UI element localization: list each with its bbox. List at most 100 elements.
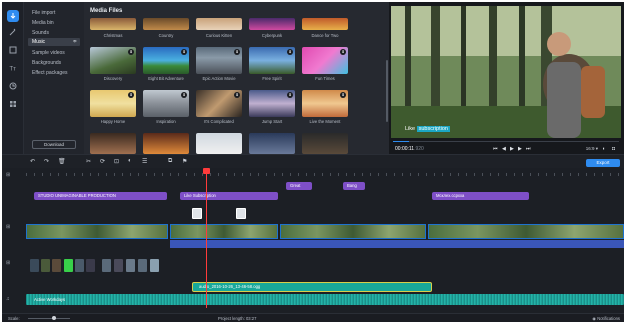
music-thumb[interactable] xyxy=(90,133,136,154)
rewind-icon[interactable]: ◀ xyxy=(502,146,506,152)
crop-icon[interactable]: ⊡ xyxy=(114,158,119,165)
menu-item-backgrounds[interactable]: Backgrounds xyxy=(32,60,61,66)
music-thumb[interactable] xyxy=(302,133,348,154)
time-ruler[interactable] xyxy=(26,168,624,176)
more-tools-button[interactable] xyxy=(7,98,19,110)
filters-tool-button[interactable] xyxy=(7,44,19,56)
overlay-clip[interactable] xyxy=(126,259,135,272)
download-icon[interactable]: ⬇ xyxy=(340,92,346,98)
preview-progress-bar[interactable] xyxy=(393,141,619,142)
scale-slider-knob[interactable] xyxy=(52,316,56,320)
scale-slider[interactable] xyxy=(28,318,70,319)
overlay-clip[interactable] xyxy=(236,208,246,219)
marker-icon[interactable]: ⚑ xyxy=(182,158,187,165)
music-thumb-curious-kitten[interactable] xyxy=(196,18,242,30)
clip-properties-icon[interactable]: ☰ xyxy=(142,158,147,165)
menu-item-file-import[interactable]: File import xyxy=(32,10,55,16)
menu-item-music[interactable]: Music ≑ xyxy=(28,38,80,46)
music-thumb-its-complicated[interactable]: ⬇ xyxy=(196,90,242,117)
overlay-clip[interactable] xyxy=(41,259,50,272)
transitions-tool-button[interactable] xyxy=(7,80,19,92)
music-track-clip[interactable]: Active Workdays xyxy=(26,294,624,305)
video-clip[interactable] xyxy=(280,224,426,239)
music-thumb-jump-start[interactable]: ⬇ xyxy=(249,90,295,117)
add-track-icon[interactable]: ⊞ xyxy=(6,172,10,178)
overlay-clip[interactable] xyxy=(75,259,84,272)
import-tool-button[interactable] xyxy=(7,10,19,22)
menu-item-sample-videos[interactable]: Sample videos xyxy=(32,50,65,56)
music-thumb-live-the-moment[interactable]: ⬇ xyxy=(302,90,348,117)
download-icon[interactable]: ⬇ xyxy=(181,92,187,98)
magic-wand-icon xyxy=(9,28,16,36)
music-thumb-dance-for-two[interactable] xyxy=(302,18,348,30)
download-icon[interactable]: ⬇ xyxy=(234,49,240,55)
title-clip[interactable]: Like Subscription xyxy=(180,192,278,200)
music-thumb[interactable] xyxy=(196,133,242,154)
music-thumb-country[interactable] xyxy=(143,18,189,30)
music-label: Christmas xyxy=(103,33,123,38)
title-clip[interactable]: Мсклех.ссрхха xyxy=(432,192,529,200)
play-icon[interactable]: ▶ xyxy=(510,146,514,152)
overlay-clip[interactable] xyxy=(150,259,159,272)
title-clip[interactable]: Bang xyxy=(343,182,365,190)
delete-icon[interactable]: 🗑 xyxy=(58,158,66,165)
music-thumb-free-spirit[interactable]: ⬇ xyxy=(249,47,295,74)
skip-forward-icon[interactable]: ⏭ xyxy=(526,146,531,152)
overlay-clip[interactable] xyxy=(64,259,73,272)
export-button[interactable]: Export xyxy=(586,159,620,167)
magic-tool-button[interactable] xyxy=(7,26,19,38)
menu-item-sounds[interactable]: Sounds xyxy=(32,30,49,36)
overlay-clip[interactable] xyxy=(192,208,202,219)
rotate-icon[interactable]: ⟳ xyxy=(100,158,105,165)
video-clip[interactable] xyxy=(170,224,278,239)
cut-icon[interactable]: ✂ xyxy=(86,158,91,165)
menu-item-media-bin[interactable]: Media bin xyxy=(32,20,54,26)
title-clip[interactable]: STUDIO UNIMAGINABLE PRODUCTION xyxy=(34,192,167,200)
music-thumb-fun-times[interactable]: ⬇ xyxy=(302,47,348,74)
snapshot-icon[interactable]: ◘ xyxy=(612,146,615,152)
video-clip[interactable] xyxy=(26,224,168,239)
download-icon[interactable]: ⬇ xyxy=(234,92,240,98)
music-thumb-happy-home[interactable]: ⬇ xyxy=(90,90,136,117)
aspect-ratio-select[interactable]: 16:9 ▾ xyxy=(586,146,598,152)
download-icon[interactable]: ⬇ xyxy=(128,49,134,55)
music-label: Curious Kitten xyxy=(205,33,233,38)
music-thumb-inspiration[interactable]: ⬇ xyxy=(143,90,189,117)
record-icon[interactable]: ⧉ xyxy=(168,158,172,165)
overlay-clip[interactable] xyxy=(138,259,147,272)
music-thumb[interactable] xyxy=(143,133,189,154)
media-scrollbar[interactable] xyxy=(386,60,388,122)
playhead[interactable] xyxy=(206,168,207,308)
download-icon[interactable]: ⬇ xyxy=(340,49,346,55)
music-track-icon: ♫ xyxy=(6,296,10,302)
audio-clip[interactable]: audio_2016-10-26_13-46-58.ogg xyxy=(192,282,432,292)
overlay-clip[interactable] xyxy=(102,259,111,272)
overlay-clip[interactable] xyxy=(86,259,95,272)
download-icon[interactable]: ⬇ xyxy=(287,92,293,98)
menu-item-effect-packages[interactable]: Effect packages xyxy=(32,70,68,76)
download-icon[interactable]: ⬇ xyxy=(181,49,187,55)
title-clip[interactable]: Great xyxy=(286,182,312,190)
volume-icon[interactable]: ◖ xyxy=(602,146,605,152)
music-thumb[interactable] xyxy=(249,133,295,154)
music-thumb-eight-bit-adventure[interactable]: ⬇ xyxy=(143,47,189,74)
undo-icon[interactable]: ↶ xyxy=(30,158,35,165)
titles-tool-button[interactable]: Tт xyxy=(7,62,19,74)
skip-back-icon[interactable]: ⏮ xyxy=(493,146,498,152)
notifications-button[interactable]: ◉ Notifications xyxy=(592,316,620,321)
music-thumb-cyberpunk[interactable] xyxy=(249,18,295,30)
overlay-clip[interactable] xyxy=(114,259,123,272)
video-audio-layer[interactable] xyxy=(170,240,624,248)
overlay-clip[interactable] xyxy=(30,259,39,272)
download-icon[interactable]: ⬇ xyxy=(128,92,134,98)
overlay-clip[interactable] xyxy=(52,259,61,272)
download-icon[interactable]: ⬇ xyxy=(287,49,293,55)
music-thumb-christmas[interactable] xyxy=(90,18,136,30)
forward-icon[interactable]: ▶ xyxy=(518,146,522,152)
color-icon[interactable]: ◐ xyxy=(128,158,132,164)
music-thumb-epic-action-movie[interactable]: ⬇ xyxy=(196,47,242,74)
video-clip[interactable] xyxy=(428,224,624,239)
download-button[interactable]: Download xyxy=(32,140,76,149)
redo-icon[interactable]: ↷ xyxy=(44,158,49,165)
music-thumb-discovery[interactable]: ⬇ xyxy=(90,47,136,74)
